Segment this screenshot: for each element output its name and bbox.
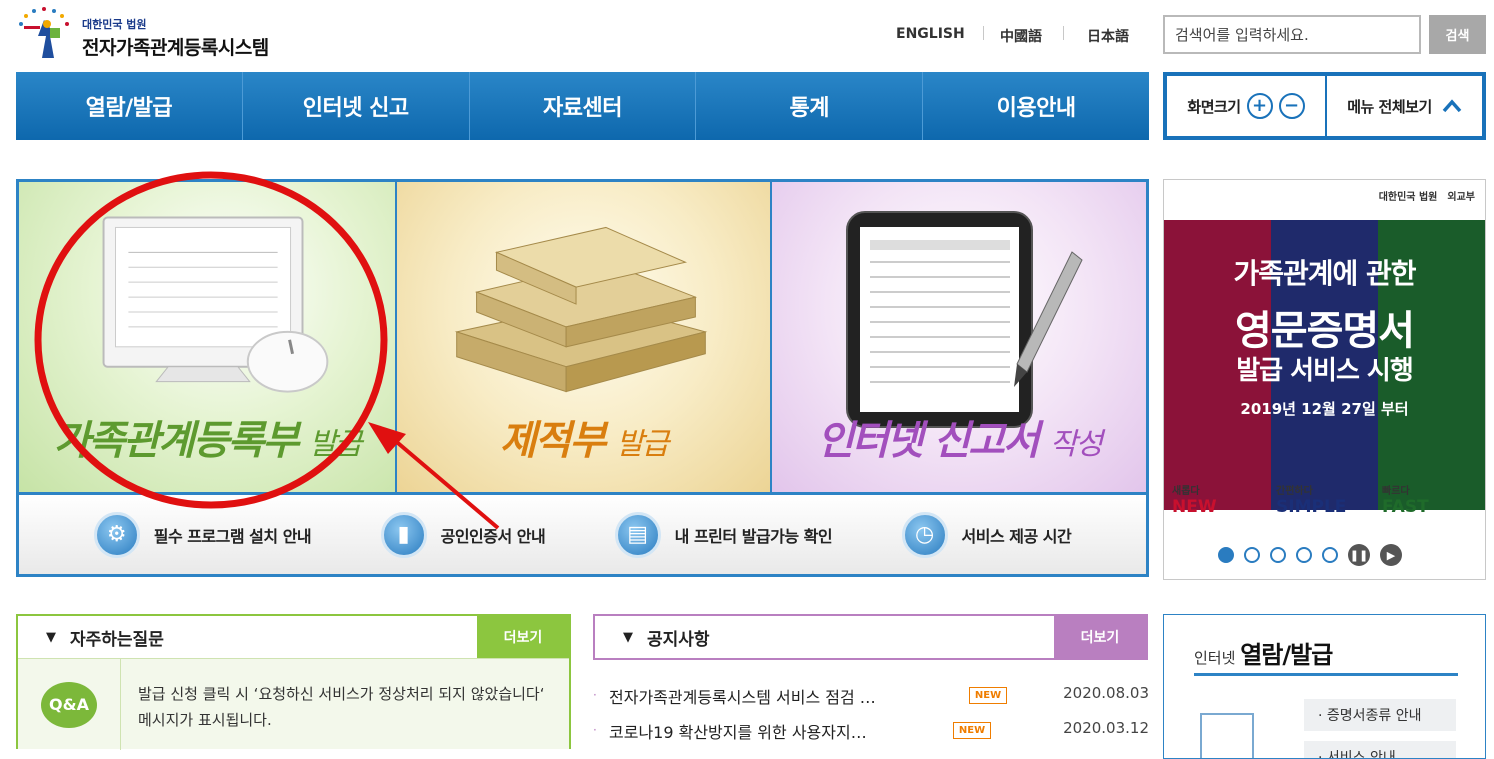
banner-pagination: ❚❚ ▶ xyxy=(1218,544,1402,566)
quick-link-printer-check[interactable]: ▤ 내 프린터 발급가능 확인 xyxy=(614,511,833,558)
english-certificate-banner[interactable]: 대한민국 법원 외교부 가족관계에 관한 영문증명서 발급 서비스 시행 201… xyxy=(1163,179,1486,580)
usb-icon: ▮ xyxy=(380,511,427,558)
tile-internet-report-write[interactable]: 인터넷 신고서 작성 xyxy=(772,182,1146,492)
pause-icon[interactable]: ❚❚ xyxy=(1348,544,1370,566)
notice-more-button[interactable]: 더보기 xyxy=(1054,616,1146,658)
notice-item-title: 코로나19 확산방지를 위한 사용자지… xyxy=(609,723,867,742)
zoom-in-button[interactable]: + xyxy=(1246,93,1273,119)
menu-all-label: 메뉴 전체보기 xyxy=(1347,97,1432,116)
lang-english-link[interactable]: ENGLISH xyxy=(896,26,965,42)
tile-title: 인터넷 신고서 작성 xyxy=(817,418,1103,464)
slide-dot-4[interactable] xyxy=(1296,547,1312,563)
main-nav: 열람/발급 인터넷 신고 자료센터 통계 이용안내 xyxy=(16,72,1149,140)
cert-type-guide-link[interactable]: · 증명서종류 안내 xyxy=(1304,699,1456,731)
zoom-control: 화면크기 + − xyxy=(1167,76,1327,136)
lang-divider xyxy=(983,26,984,40)
search-input[interactable] xyxy=(1163,15,1421,54)
logo-title: 전자가족관계등록시스템 xyxy=(82,37,269,59)
banner-orgs: 대한민국 법원 외교부 xyxy=(1379,188,1475,203)
main-service-panel: 가족관계등록부 발급 제적부 발급 인터넷 신고서 작성 ⚙ 필수 프로그램 설… xyxy=(16,179,1149,577)
nav-item-resources[interactable]: 자료센터 xyxy=(470,72,697,140)
search-button[interactable]: 검색 xyxy=(1429,15,1486,54)
internet-issue-box: 인터넷 열람/발급 · 증명서종류 안내 · 서비스 안내 xyxy=(1163,614,1486,759)
slide-dot-1[interactable] xyxy=(1218,547,1234,563)
notice-item[interactable]: · 코로나19 확산방지를 위한 사용자지… NEW 2020.03.12 xyxy=(593,719,1149,754)
quick-links: ⚙ 필수 프로그램 설치 안내 ▮ 공인인증서 안내 ▤ 내 프린터 발급가능 … xyxy=(19,492,1146,574)
title-underline xyxy=(1194,673,1458,676)
court-emblem-icon xyxy=(19,7,69,58)
faq-more-button[interactable]: 더보기 xyxy=(477,616,569,658)
quick-link-certificate[interactable]: ▮ 공인인증서 안내 xyxy=(380,511,546,558)
notice-item-date: 2020.03.12 xyxy=(1063,719,1149,737)
printer-icon: ▤ xyxy=(614,511,661,558)
quick-link-label: 공인인증서 안내 xyxy=(440,526,546,546)
nav-item-guide[interactable]: 이용안내 xyxy=(923,72,1149,140)
notice-header: ▼ 공지사항 더보기 xyxy=(595,616,1146,658)
mofa-org-label: 외교부 xyxy=(1447,192,1475,203)
service-guide-link[interactable]: · 서비스 안내 xyxy=(1304,741,1456,758)
chevron-up-icon xyxy=(1442,99,1462,113)
lang-divider xyxy=(1063,26,1064,40)
notice-box: ▼ 공지사항 더보기 xyxy=(593,614,1148,660)
logo-subtitle: 대한민국 법원 xyxy=(82,18,147,31)
tool-box: 화면크기 + − 메뉴 전체보기 xyxy=(1163,72,1486,140)
quick-link-label: 서비스 제공 시간 xyxy=(961,526,1072,546)
slide-dot-5[interactable] xyxy=(1322,547,1338,563)
faq-box: ▼ 자주하는질문 더보기 Q&A 발급 신청 클릭 시 ‘요청하신 서비스가 정… xyxy=(16,614,571,750)
lang-japanese-link[interactable]: 日本語 xyxy=(1087,26,1129,46)
chevron-down-icon: ▼ xyxy=(623,629,633,645)
new-badge: NEW xyxy=(969,687,1007,704)
faq-question-link[interactable]: 발급 신청 클릭 시 ‘요청하신 서비스가 정상처리 되지 않았습니다‘ 메시지… xyxy=(138,681,558,733)
banner-date: 2019년 12월 27일 부터 xyxy=(1240,400,1409,418)
banner-line-2: 영문증명서 xyxy=(1235,308,1415,354)
faq-title: 자주하는질문 xyxy=(70,629,164,650)
qa-icon: Q&A xyxy=(18,659,121,750)
monitor-mouse-icon xyxy=(102,216,329,393)
notice-item-title: 전자가족관계등록시스템 서비스 점검 … xyxy=(609,688,876,707)
banner-word-simple: 간편하다 SIMPLE xyxy=(1276,486,1347,517)
banner-line-1: 가족관계에 관한 xyxy=(1233,257,1416,290)
old-books-icon xyxy=(454,226,708,393)
tile-title: 제적부 발급 xyxy=(499,418,670,464)
quick-link-program-install[interactable]: ⚙ 필수 프로그램 설치 안내 xyxy=(93,511,312,558)
notice-item-date: 2020.08.03 xyxy=(1063,684,1149,702)
faq-header: ▼ 자주하는질문 더보기 xyxy=(18,616,569,658)
clock-icon: ◷ xyxy=(901,511,948,558)
slide-dot-2[interactable] xyxy=(1244,547,1260,563)
banner-line-3: 발급 서비스 시행 xyxy=(1236,356,1414,386)
chevron-down-icon: ▼ xyxy=(46,629,56,645)
nav-item-statistics[interactable]: 통계 xyxy=(696,72,924,140)
gear-icon: ⚙ xyxy=(93,511,140,558)
nav-item-view-issue[interactable]: 열람/발급 xyxy=(16,72,243,140)
banner-word-fast: 빠르다 FAST xyxy=(1382,486,1429,517)
quick-link-label: 내 프린터 발급가능 확인 xyxy=(674,526,833,546)
nav-item-internet-report[interactable]: 인터넷 신고 xyxy=(243,72,470,140)
faq-item: Q&A 발급 신청 클릭 시 ‘요청하신 서비스가 정상처리 되지 않았습니다‘… xyxy=(18,658,569,750)
banner-word-new: 새롭다 NEW xyxy=(1172,486,1217,517)
quick-link-label: 필수 프로그램 설치 안내 xyxy=(153,526,312,546)
next-icon[interactable]: ▶ xyxy=(1380,544,1402,566)
zoom-out-button[interactable]: − xyxy=(1278,93,1305,119)
tile-family-register-issue[interactable]: 가족관계등록부 발급 xyxy=(19,182,397,492)
tile-removed-register-issue[interactable]: 제적부 발급 xyxy=(397,182,772,492)
site-logo[interactable]: 대한민국 법원 전자가족관계등록시스템 xyxy=(14,6,314,62)
notice-list: · 전자가족관계등록시스템 서비스 점검 … NEW 2020.08.03 · … xyxy=(593,684,1149,754)
bullet-icon: · xyxy=(593,723,597,737)
bullet-icon: · xyxy=(593,688,597,702)
quick-link-service-hours[interactable]: ◷ 서비스 제공 시간 xyxy=(901,511,1072,558)
slide-dot-3[interactable] xyxy=(1270,547,1286,563)
notice-item[interactable]: · 전자가족관계등록시스템 서비스 점검 … NEW 2020.08.03 xyxy=(593,684,1149,719)
zoom-label: 화면크기 xyxy=(1187,97,1241,116)
court-org-label: 대한민국 법원 xyxy=(1378,192,1438,203)
tablet-pen-icon xyxy=(846,211,1083,428)
menu-all-button[interactable]: 메뉴 전체보기 xyxy=(1327,76,1482,136)
internet-issue-title: 인터넷 열람/발급 xyxy=(1194,641,1333,669)
document-icon xyxy=(1200,713,1254,758)
tile-title: 가족관계등록부 발급 xyxy=(53,418,363,464)
notice-title: 공지사항 xyxy=(647,629,710,650)
new-badge: NEW xyxy=(953,722,991,739)
lang-chinese-link[interactable]: 中國語 xyxy=(1000,26,1042,46)
